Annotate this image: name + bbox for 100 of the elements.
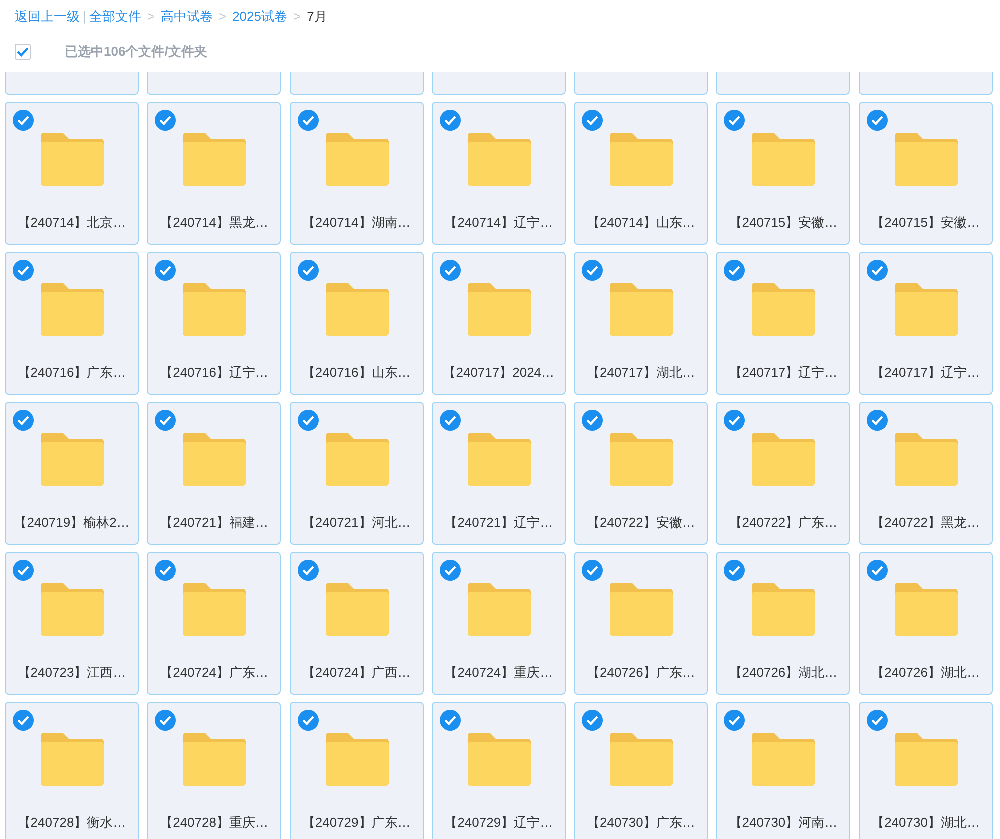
check-circle-icon (440, 410, 461, 431)
folder-name: 【240719】榆林2… (13, 514, 131, 532)
check-circle-icon (440, 110, 461, 131)
check-circle-icon (582, 560, 604, 581)
breadcrumb-separator: > (147, 8, 155, 26)
folder-name: 【240726】广东… (586, 664, 696, 682)
check-circle-icon (155, 260, 176, 281)
check-circle-icon (724, 110, 746, 131)
folder-card[interactable]: 【240716】辽宁… (147, 252, 282, 395)
folder-card[interactable]: 【240714】黑龙… (147, 102, 282, 245)
folder-card[interactable]: 【240722】黑龙… (858, 402, 993, 545)
check-circle-icon (298, 560, 319, 581)
folder-name: 【240714】山东… (586, 214, 696, 232)
folder-icon (41, 433, 104, 486)
folder-card[interactable]: 【240721】辽宁… (432, 402, 566, 545)
check-circle-icon (155, 410, 176, 431)
check-circle-icon (155, 560, 176, 581)
check-circle-icon (13, 260, 34, 281)
folder-name: 【240716】辽宁… (159, 364, 270, 382)
select-all-checkbox[interactable] (15, 44, 31, 60)
folder-card[interactable]: 【240724】广西… (290, 552, 424, 695)
folder-name: 【240730】河南… (728, 814, 839, 832)
check-circle-icon (13, 410, 34, 431)
folder-card[interactable]: 【240722】安徽… (574, 402, 708, 545)
folder-icon (894, 733, 958, 786)
folder-icon (894, 283, 958, 336)
check-circle-icon (440, 560, 461, 581)
breadcrumb-current: 7月 (307, 8, 328, 26)
folder-name: 【240723】江西… (16, 664, 128, 682)
check-circle-icon (298, 110, 319, 131)
folder-card[interactable]: 【240729】辽宁… (432, 702, 566, 839)
folder-icon (326, 583, 389, 636)
check-circle-icon (440, 710, 461, 731)
check-circle-icon (866, 710, 888, 731)
folder-icon (468, 433, 531, 486)
folder-name: 【240714】黑龙… (159, 214, 270, 232)
folder-card[interactable]: 【240722】广东… (716, 402, 850, 545)
folder-name: 【240722】黑龙… (870, 514, 981, 532)
folder-icon (894, 133, 958, 186)
folder-card[interactable]: 【240715】安徽… (716, 102, 850, 245)
folder-name: 【240726】湖北… (870, 664, 981, 682)
folder-card[interactable]: 【240716】山东… (290, 252, 424, 395)
folder-icon (41, 583, 104, 636)
folder-card[interactable]: 【240724】广东… (147, 552, 282, 695)
folder-name: 【240722】安徽… (586, 514, 696, 532)
folder-card[interactable]: 【240721】河北… (290, 402, 424, 545)
folder-name: 【240714】辽宁… (444, 214, 554, 232)
folder-name: 【240730】广东… (586, 814, 696, 832)
folder-name: 【240717】湖北… (586, 364, 696, 382)
folder-card[interactable]: 【240716】广东… (5, 252, 139, 395)
folder-icon (752, 433, 816, 486)
check-circle-icon (866, 110, 888, 131)
folder-card[interactable]: 【240717】湖北… (574, 252, 708, 395)
folder-card[interactable]: 【240714】辽宁… (432, 102, 566, 245)
folder-card[interactable]: 【240726】广东… (574, 552, 708, 695)
folder-name: 【240716】广东… (16, 364, 128, 382)
folder-card[interactable]: 【240724】重庆… (432, 552, 566, 695)
folder-icon (183, 733, 246, 786)
check-circle-icon (582, 410, 604, 431)
folder-card[interactable]: 【240721】福建… (147, 402, 282, 545)
folder-icon (183, 583, 246, 636)
folder-name: 【240730】湖北… (870, 814, 981, 832)
check-circle-icon (155, 710, 176, 731)
check-circle-icon (866, 410, 888, 431)
folder-icon (610, 283, 674, 336)
folder-card[interactable]: 【240726】湖北… (716, 552, 850, 695)
folder-name: 【240729】辽宁… (444, 814, 554, 832)
folder-name: 【240721】河北… (301, 514, 412, 532)
folder-card[interactable]: 【240717】辽宁… (858, 252, 993, 395)
folder-card[interactable]: 【240729】广东… (290, 702, 424, 839)
folder-name: 【240717】2024… (442, 364, 556, 382)
check-circle-icon (866, 260, 888, 281)
folder-name: 【240728】衡水… (16, 814, 128, 832)
folder-card[interactable]: 【240714】湖南… (290, 102, 424, 245)
folder-card[interactable]: 【240726】湖北… (858, 552, 993, 695)
check-circle-icon (724, 410, 746, 431)
check-circle-icon (298, 260, 319, 281)
check-circle-icon (724, 560, 746, 581)
folder-card[interactable]: 【240714】北京… (5, 102, 139, 245)
folder-name: 【240715】安徽… (870, 214, 981, 232)
folder-card[interactable]: 【240728】衡水… (5, 702, 139, 839)
folder-card[interactable]: 【240728】重庆… (147, 702, 282, 839)
folder-card[interactable]: 【240730】河南… (716, 702, 850, 839)
check-circle-icon (155, 110, 176, 131)
check-circle-icon (582, 260, 604, 281)
folder-card[interactable]: 【240717】2024… (432, 252, 566, 395)
folder-card[interactable]: 【240715】安徽… (858, 102, 993, 245)
folder-card[interactable]: 【240719】榆林2… (5, 402, 139, 545)
check-circle-icon (13, 110, 34, 131)
folder-icon (752, 733, 816, 786)
check-circle-icon (298, 710, 319, 731)
folder-card[interactable]: 【240730】广东… (574, 702, 708, 839)
folder-card[interactable]: 【240714】山东… (574, 102, 708, 245)
folder-card[interactable]: 【240723】江西… (5, 552, 139, 695)
folder-icon (326, 283, 389, 336)
folder-name: 【240714】湖南… (301, 214, 412, 232)
folder-card[interactable]: 【240730】湖北… (858, 702, 993, 839)
folder-card[interactable]: 【240717】辽宁… (716, 252, 850, 395)
folder-name: 【240717】辽宁… (728, 364, 839, 382)
folder-name: 【240715】安徽… (728, 214, 839, 232)
